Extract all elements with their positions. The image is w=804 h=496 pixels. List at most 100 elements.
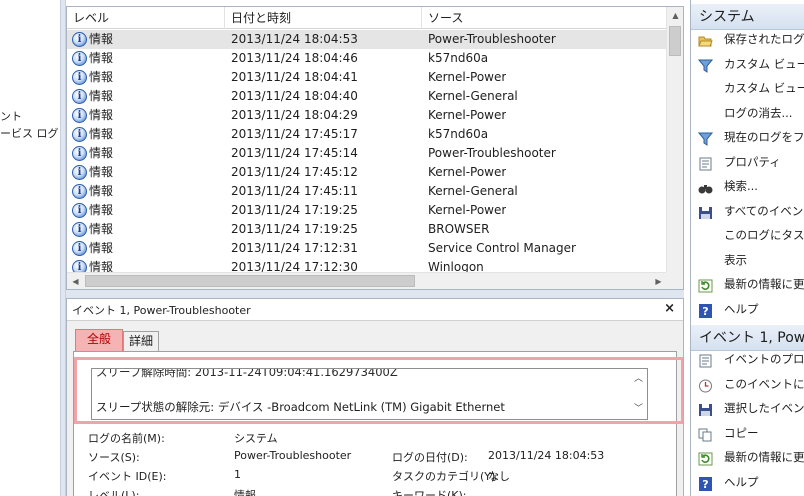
vertical-scrollbar[interactable]: ▲ [666, 7, 683, 274]
action-item[interactable]: このログにタスクを [691, 223, 804, 247]
action-label: カスタム ビューの作 [724, 56, 804, 71]
action-item[interactable]: 現在のログをフィル [691, 125, 804, 149]
action-item[interactable]: 保存されたログを [691, 27, 804, 51]
action-item[interactable]: ? ヘルプ [691, 297, 804, 321]
column-header-source[interactable]: ソース [422, 7, 667, 29]
detail-title: イベント 1, Power-Troubleshooter [72, 304, 251, 317]
action-label: ヘルプ [724, 301, 759, 316]
field-value-source: Power-Troubleshooter [234, 449, 352, 462]
table-row[interactable]: i 情報 2013/11/24 18:04:40 Kernel-General [67, 87, 667, 106]
horizontal-scrollbar[interactable]: ◀ ▶ [67, 272, 667, 289]
close-icon[interactable]: × [664, 301, 675, 316]
filter-icon [697, 57, 714, 73]
info-icon: i [72, 241, 87, 256]
event-rows: i 情報 2013/11/24 18:04:53 Power-Troubleshoot… [67, 30, 667, 277]
horizontal-splitter[interactable] [66, 290, 684, 298]
field-label-task-category: タスクのカテゴリ(Y): [392, 470, 500, 483]
action-label: このイベントにタス [724, 376, 804, 391]
save-icon [698, 204, 713, 219]
binoculars-icon [698, 179, 713, 194]
cell-source: k57nd60a [428, 51, 489, 65]
cell-level: 情報 [89, 165, 114, 179]
tree-item[interactable]: ント [0, 108, 22, 124]
action-item[interactable]: ? ヘルプ [691, 470, 804, 494]
action-item[interactable]: カスタム ビューの作 [691, 52, 804, 76]
svg-text:?: ? [702, 305, 708, 318]
scroll-thumb[interactable] [85, 275, 415, 287]
action-item[interactable]: カスタム ビューの・ [691, 76, 804, 100]
chevron-down-icon[interactable]: ﹀ [630, 401, 647, 418]
table-row[interactable]: i 情報 2013/11/24 17:19:25 Kernel-Power [67, 201, 667, 220]
cell-level: 情報 [89, 146, 114, 160]
table-row[interactable]: i 情報 2013/11/24 18:04:53 Power-Troubleshoot… [67, 30, 667, 49]
cell-source: Kernel-Power [428, 165, 507, 179]
column-header-level[interactable]: レベル [67, 7, 225, 29]
field-value-log-date: 2013/11/24 18:04:53 [488, 449, 605, 462]
table-row[interactable]: i 情報 2013/11/24 17:45:17 k57nd60a [67, 125, 667, 144]
action-item[interactable]: イベントのプロパテ [691, 347, 804, 371]
action-label: カスタム ビューの・ [724, 81, 804, 95]
detail-header: イベント 1, Power-Troubleshooter × [67, 299, 683, 321]
cell-source: Kernel-General [428, 184, 518, 198]
action-label: このログにタスクを [724, 228, 804, 242]
action-item[interactable]: 最新の情報に更 [691, 445, 804, 469]
description-textbox[interactable]: スリープ解除時間: 2013-11-24T09:04:41.162973400Z… [91, 368, 648, 420]
list-header: レベル 日付と時刻 ソース [67, 7, 667, 29]
action-item[interactable]: 選択したイベント [691, 396, 804, 420]
tab-details[interactable]: 詳細 [123, 331, 159, 351]
table-row[interactable]: i 情報 2013/11/24 17:45:14 Power-Troubleshoot… [67, 144, 667, 163]
action-label: プロパティ [724, 154, 781, 169]
info-icon: i [72, 165, 87, 180]
info-icon: i [72, 108, 87, 123]
cell-date: 2013/11/24 18:04:53 [231, 32, 358, 46]
scroll-corner [666, 272, 683, 289]
column-header-date[interactable]: 日付と時刻 [225, 7, 422, 29]
cell-level: 情報 [89, 127, 114, 141]
cell-source: Kernel-Power [428, 70, 507, 84]
field-label-level: レベル(L): [88, 489, 140, 496]
action-label: 保存されたログを [724, 32, 804, 46]
actions-pane: システム 保存されたログをカスタム ビューの作カスタム ビューの・ログの消去..… [690, 0, 804, 496]
action-label: ヘルプ [724, 474, 759, 489]
help-icon: ? [698, 302, 713, 318]
scroll-thumb[interactable] [669, 26, 681, 56]
cell-level: 情報 [89, 51, 114, 65]
description-scrollbar[interactable]: ︿ ﹀ [630, 369, 647, 419]
table-row[interactable]: i 情報 2013/11/24 18:04:46 k57nd60a [67, 49, 667, 68]
cell-date: 2013/11/24 18:04:29 [231, 108, 358, 122]
tree-item[interactable]: ービス ログ [0, 125, 59, 141]
cell-level: 情報 [89, 32, 114, 46]
cell-date: 2013/11/24 17:45:17 [231, 127, 358, 141]
field-value-level: 情報 [234, 489, 256, 496]
action-item[interactable]: 最新の情報に更 [691, 272, 804, 296]
cell-level: 情報 [89, 89, 114, 103]
table-row[interactable]: i 情報 2013/11/24 17:45:11 Kernel-General [67, 182, 667, 201]
table-row[interactable]: i 情報 2013/11/24 17:19:25 BROWSER [67, 220, 667, 239]
cell-source: Kernel-General [428, 89, 518, 103]
action-item[interactable]: コピー [691, 421, 804, 445]
table-row[interactable]: i 情報 2013/11/24 18:04:41 Kernel-Power [67, 68, 667, 87]
cell-date: 2013/11/24 17:19:25 [231, 203, 358, 217]
action-item[interactable]: 表示 [691, 248, 804, 272]
info-icon: i [72, 127, 87, 142]
cell-level: 情報 [89, 203, 114, 217]
action-item[interactable]: プロパティ [691, 150, 804, 174]
scroll-right-icon[interactable]: ▶ [650, 273, 667, 289]
action-label: イベントのプロパテ [724, 352, 804, 366]
cell-source: Power-Troubleshooter [428, 32, 556, 46]
scroll-left-icon[interactable]: ◀ [67, 273, 84, 289]
action-item[interactable]: すべてのイベントを [691, 199, 804, 223]
chevron-up-icon[interactable]: ︿ [630, 371, 647, 388]
cell-source: Power-Troubleshooter [428, 146, 556, 160]
action-item[interactable]: このイベントにタス [691, 372, 804, 396]
scroll-up-icon[interactable]: ▲ [667, 7, 683, 24]
action-item[interactable]: ログの消去... [691, 101, 804, 125]
tab-general[interactable]: 全般 [75, 329, 123, 351]
action-label: ログの消去... [724, 105, 793, 120]
table-row[interactable]: i 情報 2013/11/24 18:04:29 Kernel-Power [67, 106, 667, 125]
table-row[interactable]: i 情報 2013/11/24 17:12:31 Service Control Ma… [67, 239, 667, 258]
field-value-event-id: 1 [234, 468, 241, 481]
action-item[interactable]: 検索... [691, 174, 804, 198]
filter-icon [697, 130, 714, 146]
table-row[interactable]: i 情報 2013/11/24 17:45:12 Kernel-Power [67, 163, 667, 182]
